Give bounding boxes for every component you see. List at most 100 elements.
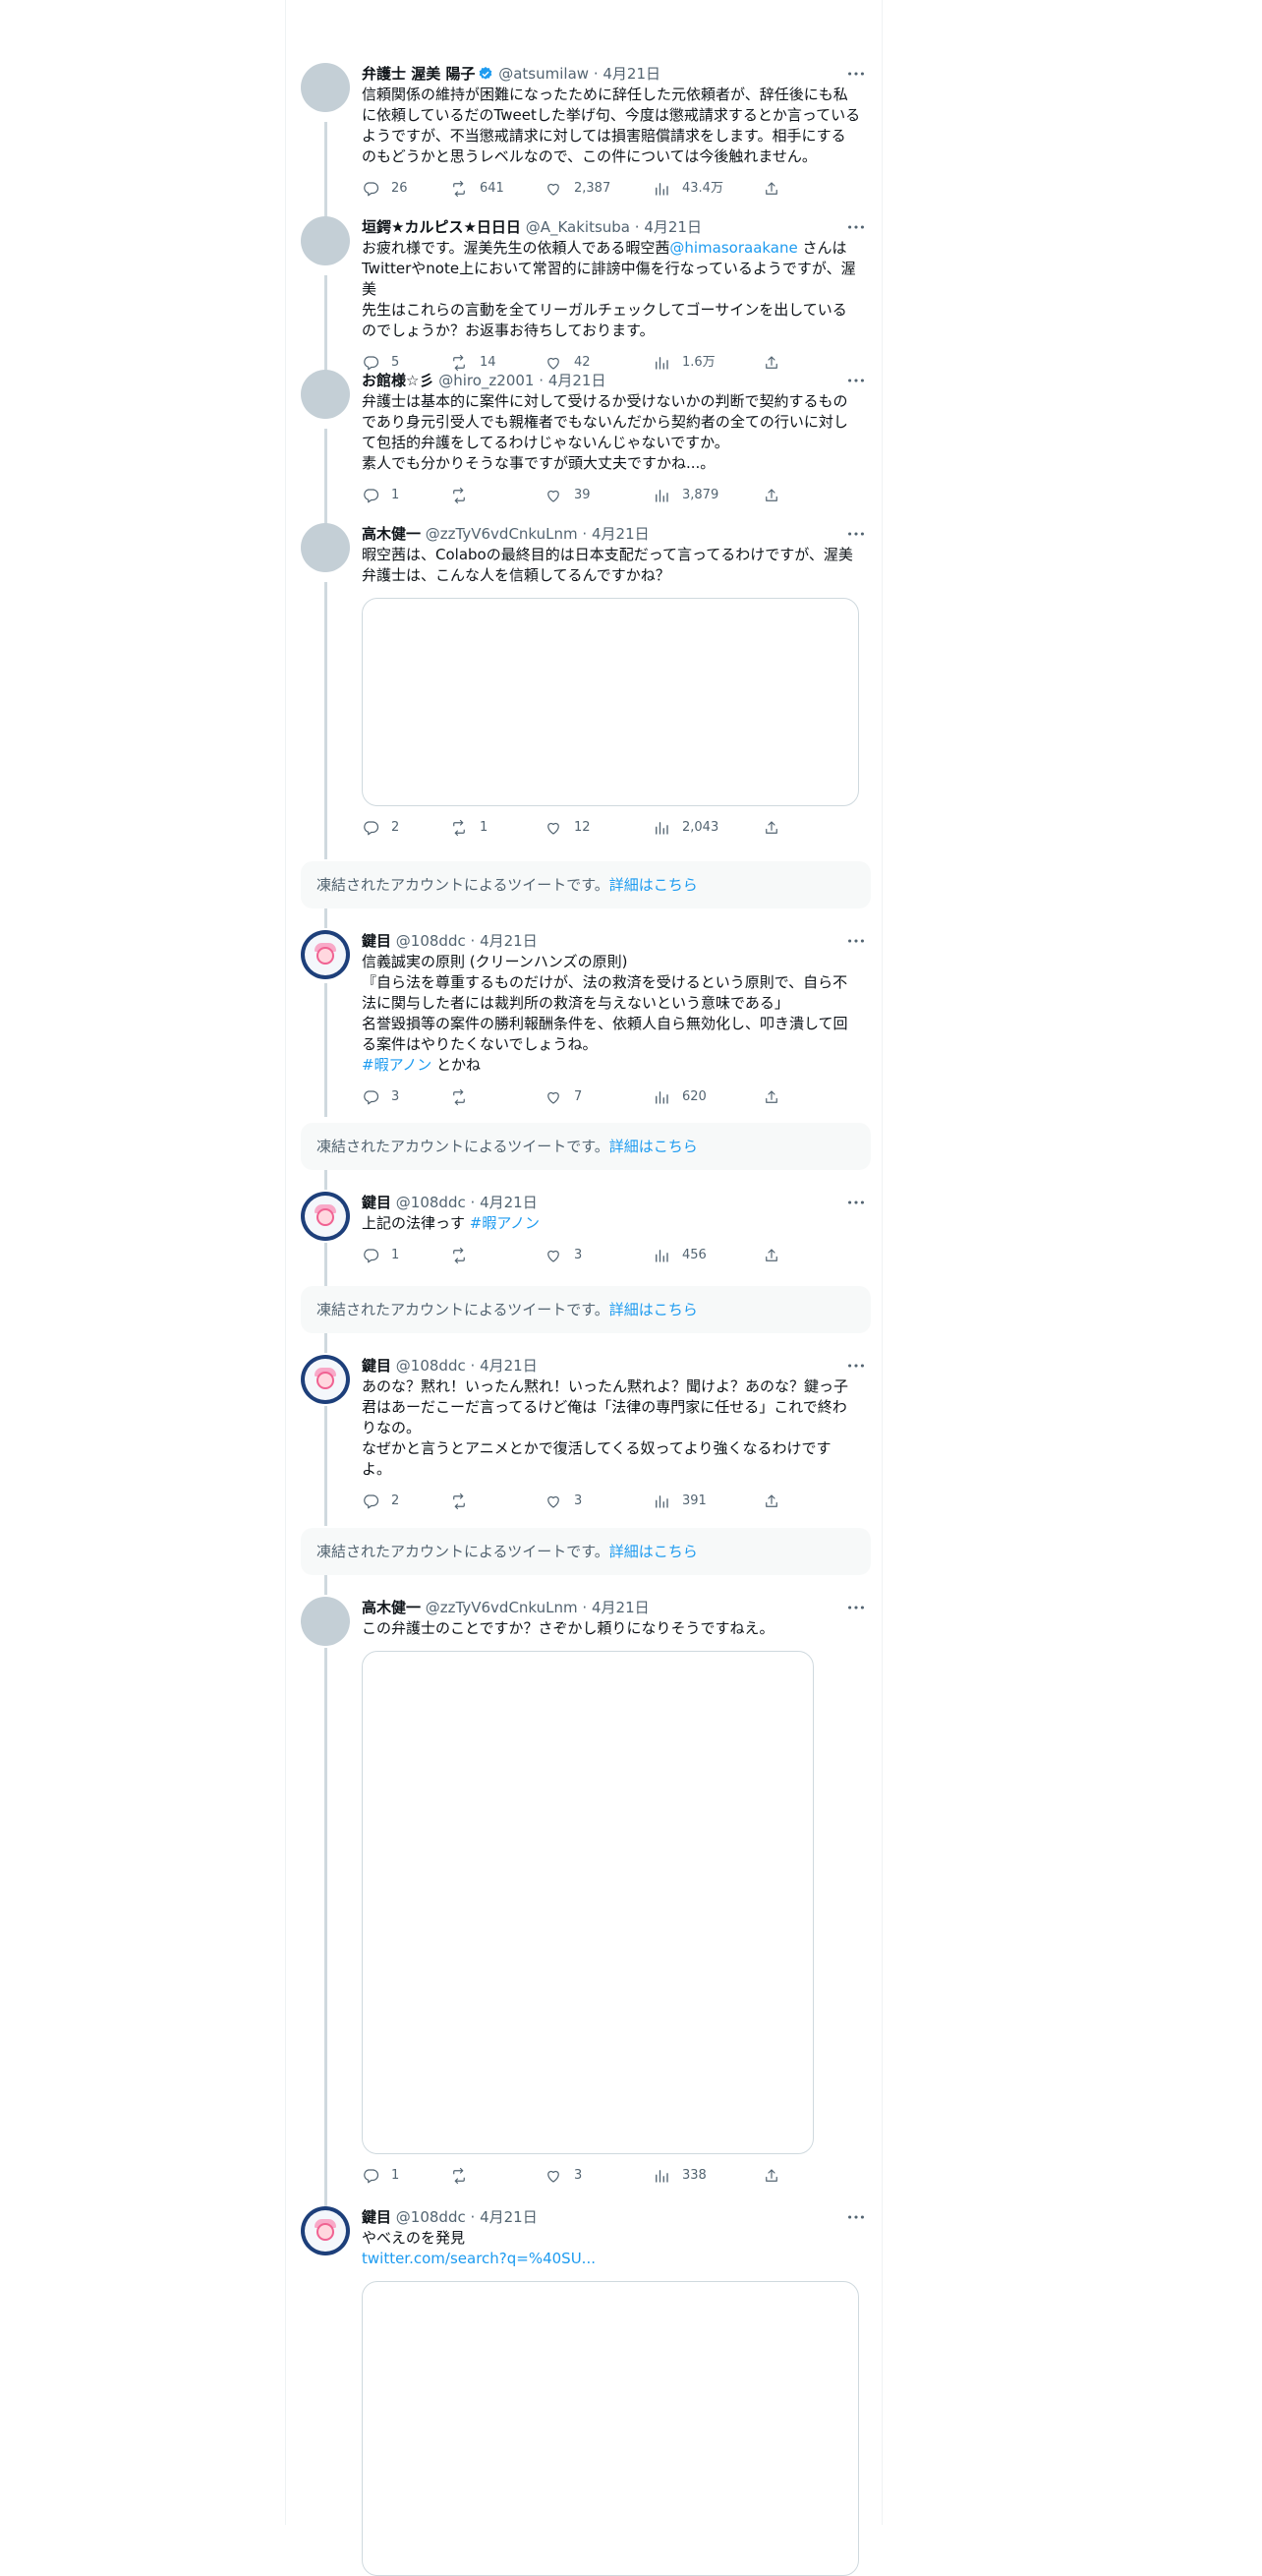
author-name[interactable]: 弁護士 渥美 陽子	[362, 65, 475, 83]
views-button[interactable]: 43.4万	[653, 177, 723, 201]
avatar[interactable]	[301, 216, 350, 265]
more-icon[interactable]	[845, 63, 867, 85]
author-name[interactable]: 高木健一	[362, 525, 421, 543]
author-name[interactable]: 鍵目	[362, 2208, 391, 2226]
reply-button[interactable]: 2	[362, 816, 399, 840]
views-button[interactable]: 338	[653, 2164, 707, 2188]
more-icon[interactable]	[845, 1597, 867, 1618]
learn-more-link[interactable]: 詳細はこちら	[609, 1301, 698, 1318]
tweet-text-part: 上記の法律っす	[362, 1214, 470, 1232]
retweet-button[interactable]	[450, 2164, 480, 2188]
like-button[interactable]: 7	[545, 1085, 582, 1109]
views-button[interactable]: 456	[653, 1244, 707, 1267]
avatar[interactable]	[301, 1355, 350, 1404]
tweet-text-part: お疲れ様です。渥美先生の依頼人である暇空茜	[362, 239, 670, 257]
share-button[interactable]	[763, 2164, 792, 2188]
author-name[interactable]: 高木健一	[362, 1599, 421, 1616]
author-handle[interactable]: @108ddc	[396, 932, 466, 950]
tweet-date[interactable]: 4月21日	[602, 65, 660, 83]
avatar[interactable]	[301, 930, 350, 979]
reply-button[interactable]: 2	[362, 1490, 399, 1513]
author-handle[interactable]: @hiro_z2001	[438, 372, 534, 389]
retweet-count: 641	[480, 181, 504, 196]
tweet-date[interactable]: 4月21日	[592, 525, 650, 543]
like-button[interactable]: 3	[545, 1490, 582, 1513]
share-button[interactable]	[763, 177, 792, 201]
like-button[interactable]: 12	[545, 816, 591, 840]
views-button[interactable]: 620	[653, 1085, 707, 1109]
reply-button[interactable]: 1	[362, 2164, 399, 2188]
views-button[interactable]: 3,879	[653, 484, 718, 507]
like-button[interactable]: 3	[545, 2164, 582, 2188]
author-name[interactable]: 鍵目	[362, 1357, 391, 1375]
share-button[interactable]	[763, 484, 792, 507]
tweet-date[interactable]: 4月21日	[480, 2208, 538, 2226]
tweet-header: 鍵目 @108ddc · 4月21日	[362, 1355, 869, 1376]
hashtag-link[interactable]: #暇アノン	[470, 1214, 540, 1232]
learn-more-link[interactable]: 詳細はこちら	[609, 876, 698, 894]
retweet-button[interactable]: 1	[450, 816, 488, 840]
tweet-date[interactable]: 4月21日	[480, 932, 538, 950]
learn-more-link[interactable]: 詳細はこちら	[609, 1543, 698, 1560]
share-button[interactable]	[763, 816, 792, 840]
hashtag-link[interactable]: #暇アノン	[362, 1056, 431, 1074]
tweet-date[interactable]: 4月21日	[644, 218, 702, 236]
mention-link[interactable]: @himasoraakane	[669, 239, 797, 257]
author-name[interactable]: 鍵目	[362, 932, 391, 950]
media-card[interactable]	[362, 1651, 814, 2154]
reply-button[interactable]: 3	[362, 1085, 399, 1109]
more-icon[interactable]	[845, 2206, 867, 2228]
author-name[interactable]: 垣鍔★カルピス★日日日	[362, 218, 521, 236]
media-card[interactable]	[362, 598, 859, 806]
tweet-text: 信頼関係の維持が困難になったために辞任した元依頼者が、辞任後にも私 に依頼してい…	[362, 86, 861, 165]
like-button[interactable]: 2,387	[545, 177, 610, 201]
avatar[interactable]	[301, 63, 350, 112]
tweet-date[interactable]: 4月21日	[592, 1599, 650, 1616]
author-handle[interactable]: @108ddc	[396, 1194, 466, 1211]
retweet-icon	[453, 819, 465, 837]
tweet-date[interactable]: 4月21日	[548, 372, 606, 389]
retweet-button[interactable]: 641	[450, 177, 504, 201]
author-handle[interactable]: @108ddc	[396, 2208, 466, 2226]
url-link[interactable]: twitter.com/search?q=%40SU...	[362, 2250, 596, 2267]
media-card[interactable]	[362, 2281, 859, 2576]
views-icon	[656, 1091, 668, 1104]
author-name[interactable]: お館様☆彡	[362, 372, 433, 389]
retweet-button[interactable]	[450, 1490, 480, 1513]
tweet-date[interactable]: 4月21日	[480, 1357, 538, 1375]
avatar[interactable]	[301, 1597, 350, 1646]
author-handle[interactable]: @atsumilaw	[498, 65, 589, 83]
more-icon[interactable]	[845, 930, 867, 952]
author-handle[interactable]: @zzTyV6vdCnkuLnm	[426, 1599, 578, 1616]
more-icon[interactable]	[845, 523, 867, 545]
reply-button[interactable]: 1	[362, 484, 399, 507]
avatar[interactable]	[301, 1192, 350, 1241]
learn-more-link[interactable]: 詳細はこちら	[609, 1138, 698, 1155]
separator: ·	[470, 1194, 476, 1211]
views-button[interactable]: 391	[653, 1490, 707, 1513]
views-button[interactable]: 2,043	[653, 816, 718, 840]
author-handle[interactable]: @108ddc	[396, 1357, 466, 1375]
share-button[interactable]	[763, 1085, 792, 1109]
like-button[interactable]: 3	[545, 1244, 582, 1267]
share-button[interactable]	[763, 1244, 792, 1267]
views-icon	[656, 183, 668, 196]
author-handle[interactable]: @zzTyV6vdCnkuLnm	[426, 525, 578, 543]
reply-button[interactable]: 1	[362, 1244, 399, 1267]
avatar[interactable]	[301, 523, 350, 572]
avatar[interactable]	[301, 370, 350, 419]
more-icon[interactable]	[845, 1355, 867, 1376]
avatar[interactable]	[301, 2206, 350, 2255]
reply-button[interactable]: 26	[362, 177, 408, 201]
more-icon[interactable]	[845, 370, 867, 391]
share-button[interactable]	[763, 1490, 792, 1513]
retweet-button[interactable]	[450, 1244, 480, 1267]
author-handle[interactable]: @A_Kakitsuba	[526, 218, 630, 236]
like-button[interactable]: 39	[545, 484, 591, 507]
author-name[interactable]: 鍵目	[362, 1194, 391, 1211]
retweet-button[interactable]	[450, 484, 480, 507]
more-icon[interactable]	[845, 216, 867, 238]
more-icon[interactable]	[845, 1192, 867, 1213]
tweet-date[interactable]: 4月21日	[480, 1194, 538, 1211]
retweet-button[interactable]	[450, 1085, 480, 1109]
